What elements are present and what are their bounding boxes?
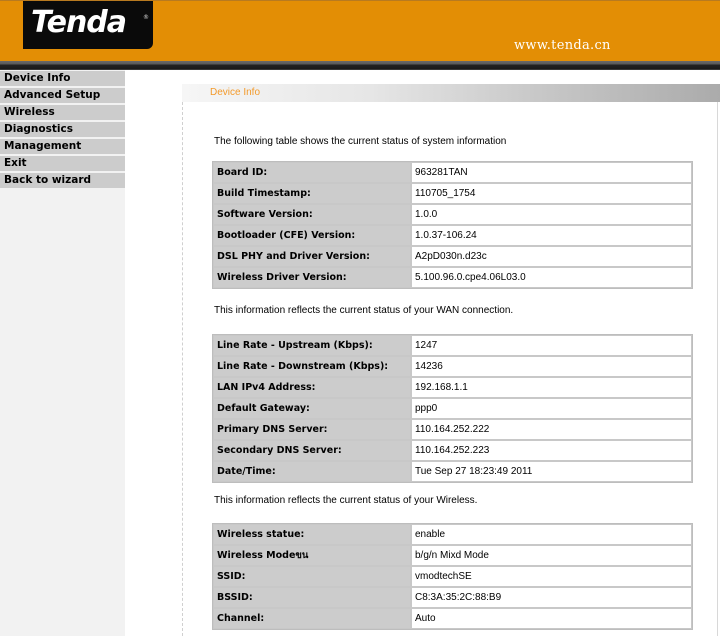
tenda-logo: Tenda ®: [23, 1, 153, 49]
table-row: DSL PHY and Driver Version: A2pD030n.d23c: [213, 246, 692, 267]
row-label: Line Rate - Downstream (Kbps):: [213, 356, 411, 377]
wan-info-description: This information reflects the current st…: [214, 305, 514, 316]
row-value: 1.0.37-106.24: [411, 225, 692, 246]
row-value: 963281TAN: [411, 162, 692, 183]
row-label: Wireless statue:: [213, 524, 411, 545]
table-row: Line Rate - Upstream (Kbps): 1247: [213, 335, 692, 356]
row-value: 110705_1754: [411, 183, 692, 204]
page-title-bar: Device Info: [182, 84, 720, 102]
row-label: Secondary DNS Server:: [213, 440, 411, 461]
row-value: vmodtechSE: [411, 566, 692, 587]
row-label: Default Gateway:: [213, 398, 411, 419]
sidebar-item-wireless[interactable]: Wireless: [0, 105, 125, 120]
table-row: Wireless statue: enable: [213, 524, 692, 545]
table-row: Board ID: 963281TAN: [213, 162, 692, 183]
sidebar-item-management[interactable]: Management: [0, 139, 125, 154]
header-banner: Tenda ® www.tenda.cn: [0, 0, 720, 61]
row-label: Wireless Driver Version:: [213, 267, 411, 288]
row-value: Auto: [411, 608, 692, 629]
table-row: LAN IPv4 Address: 192.168.1.1: [213, 377, 692, 398]
table-row: Channel: Auto: [213, 608, 692, 629]
registered-mark: ®: [143, 14, 149, 21]
table-row: Software Version: 1.0.0: [213, 204, 692, 225]
row-value: C8:3A:35:2C:88:B9: [411, 587, 692, 608]
row-value: 1.0.0: [411, 204, 692, 225]
row-value: 110.164.252.223: [411, 440, 692, 461]
table-row: Wireless Modeขน b/g/n Mixd Mode: [213, 545, 692, 566]
row-label: Board ID:: [213, 162, 411, 183]
row-label: Wireless Modeขน: [213, 545, 411, 566]
row-label: Build Timestamp:: [213, 183, 411, 204]
row-label: Date/Time:: [213, 461, 411, 482]
row-label: Channel:: [213, 608, 411, 629]
sidebar-item-device-info[interactable]: Device Info: [0, 71, 125, 86]
row-value: b/g/n Mixd Mode: [411, 545, 692, 566]
row-value: 1247: [411, 335, 692, 356]
row-value: 192.168.1.1: [411, 377, 692, 398]
table-row: Default Gateway: ppp0: [213, 398, 692, 419]
table-row: BSSID: C8:3A:35:2C:88:B9: [213, 587, 692, 608]
row-label: Bootloader (CFE) Version:: [213, 225, 411, 246]
row-label: LAN IPv4 Address:: [213, 377, 411, 398]
row-value: ppp0: [411, 398, 692, 419]
sidebar-item-advanced-setup[interactable]: Advanced Setup: [0, 88, 125, 103]
row-value: Tue Sep 27 18:23:49 2011: [411, 461, 692, 482]
row-value: 14236: [411, 356, 692, 377]
wireless-info-description: This information reflects the current st…: [214, 495, 478, 506]
table-row: Build Timestamp: 110705_1754: [213, 183, 692, 204]
system-info-table: Board ID: 963281TAN Build Timestamp: 11070…: [212, 161, 693, 289]
table-row: Primary DNS Server: 110.164.252.222: [213, 419, 692, 440]
sidebar-item-back-to-wizard[interactable]: Back to wizard: [0, 173, 125, 188]
table-row: SSID: vmodtechSE: [213, 566, 692, 587]
row-label: SSID:: [213, 566, 411, 587]
row-value: 110.164.252.222: [411, 419, 692, 440]
row-label: Line Rate - Upstream (Kbps):: [213, 335, 411, 356]
table-row: Secondary DNS Server: 110.164.252.223: [213, 440, 692, 461]
wireless-info-table: Wireless statue: enable Wireless Modeขน b/…: [212, 523, 693, 630]
table-row: Line Rate - Downstream (Kbps): 14236: [213, 356, 692, 377]
row-value: A2pD030n.d23c: [411, 246, 692, 267]
row-label: DSL PHY and Driver Version:: [213, 246, 411, 267]
header-divider: [0, 61, 720, 70]
content-panel: The following table shows the current st…: [182, 102, 718, 636]
table-row: Bootloader (CFE) Version: 1.0.37-106.24: [213, 225, 692, 246]
sidebar-item-diagnostics[interactable]: Diagnostics: [0, 122, 125, 137]
logo-text: Tenda: [31, 5, 127, 40]
row-label: BSSID:: [213, 587, 411, 608]
sidebar: Device Info Advanced Setup Wireless Diag…: [0, 70, 125, 636]
page-title: Device Info: [210, 87, 261, 98]
site-url: www.tenda.cn: [514, 38, 611, 53]
sidebar-item-exit[interactable]: Exit: [0, 156, 125, 171]
sidebar-nav: Device Info Advanced Setup Wireless Diag…: [0, 70, 125, 188]
row-label: Primary DNS Server:: [213, 419, 411, 440]
row-value: enable: [411, 524, 692, 545]
table-row: Wireless Driver Version: 5.100.96.0.cpe4.…: [213, 267, 692, 288]
row-label: Software Version:: [213, 204, 411, 225]
wan-info-table: Line Rate - Upstream (Kbps): 1247 Line Ra…: [212, 334, 693, 483]
table-row: Date/Time: Tue Sep 27 18:23:49 2011: [213, 461, 692, 482]
row-value: 5.100.96.0.cpe4.06L03.0: [411, 267, 692, 288]
system-info-description: The following table shows the current st…: [214, 136, 507, 147]
